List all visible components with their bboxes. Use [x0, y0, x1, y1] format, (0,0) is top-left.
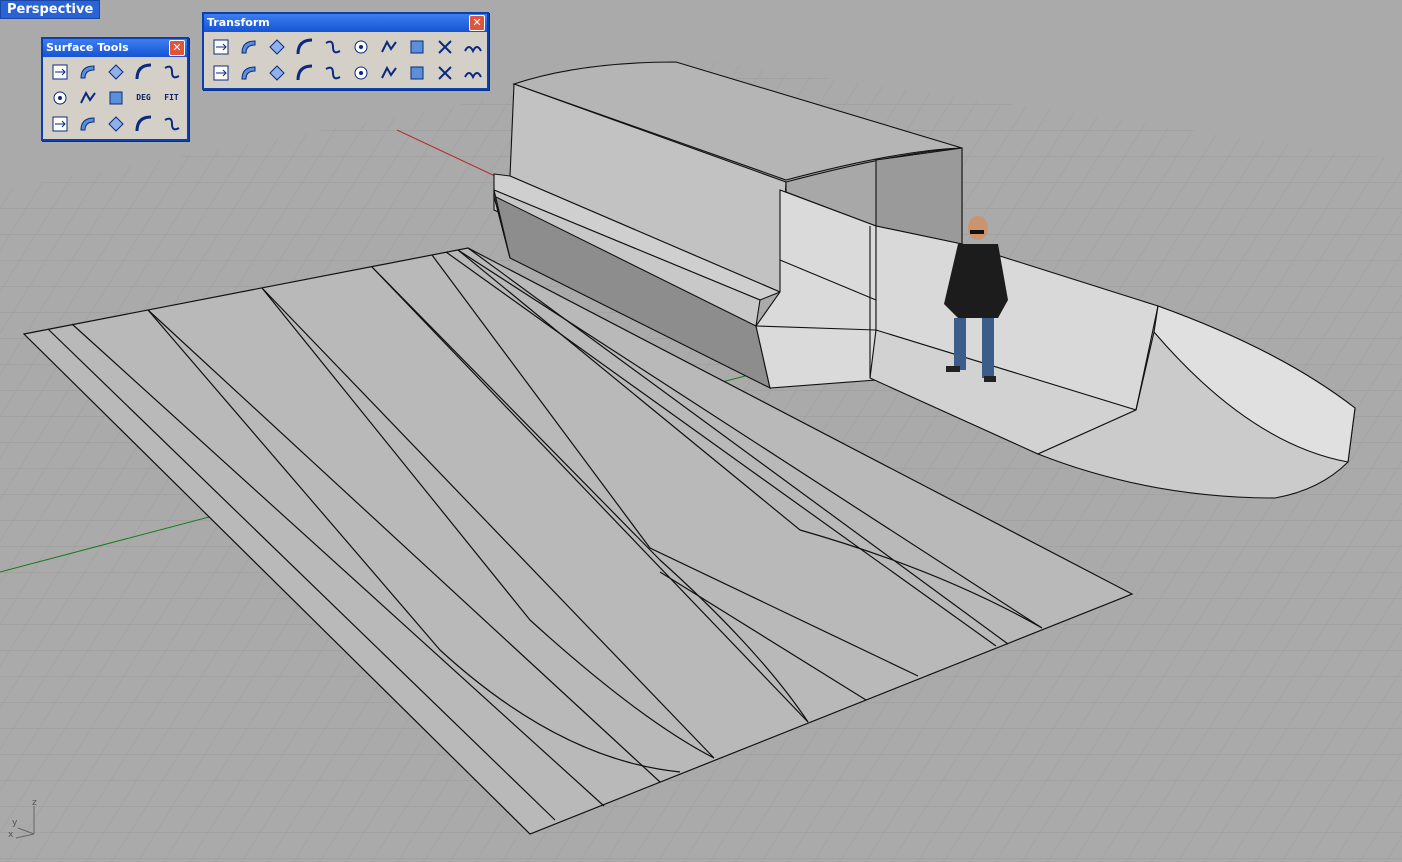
orient-icon[interactable]: [347, 34, 374, 59]
bend-icon[interactable]: [347, 60, 374, 85]
twist-icon[interactable]: [319, 60, 346, 85]
axis-label-z: z: [32, 798, 37, 808]
viewport-canvas[interactable]: [0, 0, 1402, 862]
taper-icon[interactable]: [375, 60, 402, 85]
transform-buttons: [204, 32, 487, 88]
polar-array-icon[interactable]: [235, 60, 262, 85]
refit-label: FIT: [164, 93, 179, 102]
orient-on-surface-icon[interactable]: [375, 34, 402, 59]
offset-surface-icon[interactable]: [46, 85, 73, 110]
set-points-icon[interactable]: [431, 34, 458, 59]
rotate-icon[interactable]: [263, 34, 290, 59]
close-icon[interactable]: ✕: [169, 40, 185, 56]
align-icon[interactable]: [291, 60, 318, 85]
array-icon[interactable]: [207, 60, 234, 85]
surface-tools-toolbar[interactable]: Surface Tools ✕ DEG FIT: [41, 37, 189, 141]
flow-along-curve-icon[interactable]: [403, 34, 430, 59]
axis-label-y: y: [12, 818, 18, 828]
scale-icon[interactable]: [291, 34, 318, 59]
copy-icon[interactable]: [235, 34, 262, 59]
surface-tools-title: Surface Tools: [46, 41, 129, 54]
shear-icon[interactable]: [431, 60, 458, 85]
close-icon[interactable]: ✕: [469, 15, 485, 31]
smash-icon[interactable]: [459, 60, 486, 85]
move-icon[interactable]: [207, 34, 234, 59]
refit-icon[interactable]: FIT: [158, 85, 185, 110]
merge-surface-icon[interactable]: [102, 85, 129, 110]
stretch-icon[interactable]: [403, 60, 430, 85]
transform-title: Transform: [207, 16, 270, 29]
connect-surface-icon[interactable]: [46, 111, 73, 136]
match-surface-icon[interactable]: [74, 85, 101, 110]
symmetry-icon[interactable]: [74, 111, 101, 136]
array-along-curve-icon[interactable]: [263, 60, 290, 85]
axis-label-x: x: [8, 830, 14, 840]
fillet-surface-icon[interactable]: [74, 59, 101, 84]
viewport-title[interactable]: Perspective: [0, 0, 101, 19]
axis-indicator: z y x: [6, 798, 46, 840]
chamfer-surface-icon[interactable]: [102, 59, 129, 84]
change-degree-icon[interactable]: DEG: [130, 85, 157, 110]
untrim-icon[interactable]: [130, 111, 157, 136]
split-edge-icon[interactable]: [158, 111, 185, 136]
shrink-surface-icon[interactable]: [102, 111, 129, 136]
variable-fillet-icon[interactable]: [130, 59, 157, 84]
splop-icon[interactable]: [459, 34, 486, 59]
change-degree-label: DEG: [136, 93, 151, 102]
extend-surface-icon[interactable]: [46, 59, 73, 84]
mirror-icon[interactable]: [319, 34, 346, 59]
transform-toolbar[interactable]: Transform ✕: [202, 12, 489, 90]
perspective-viewport[interactable]: Perspective z y x: [0, 0, 1402, 862]
blend-surface-icon[interactable]: [158, 59, 185, 84]
surface-tools-buttons: DEG FIT: [43, 57, 187, 139]
transform-titlebar[interactable]: Transform ✕: [204, 14, 487, 32]
surface-tools-titlebar[interactable]: Surface Tools ✕: [43, 39, 187, 57]
